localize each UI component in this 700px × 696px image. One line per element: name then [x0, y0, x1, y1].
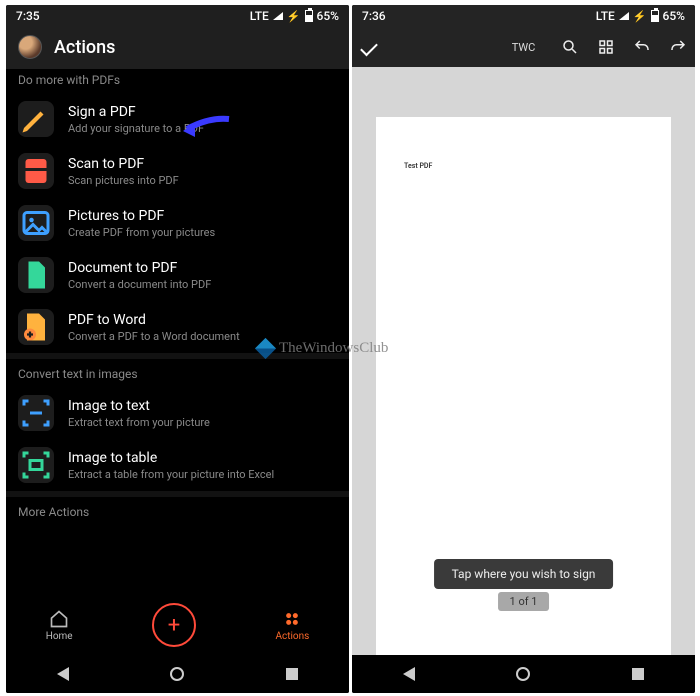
sign-toast: Tap where you wish to sign [434, 559, 614, 589]
annotation-arrow [181, 115, 231, 139]
action-sub: Extract a table from your picture into E… [68, 468, 274, 481]
watermark: TheWindowsClub [258, 340, 388, 357]
charge-icon: ⚡ [287, 10, 301, 23]
page-indicator: 1 of 1 [498, 592, 550, 611]
action-scan-pdf[interactable]: Scan to PDF Scan pictures into PDF [6, 145, 349, 197]
nav-actions[interactable]: Actions [275, 609, 309, 642]
watermark-text: TheWindowsClub [279, 340, 388, 357]
status-batt: 65% [663, 9, 685, 23]
action-image-table[interactable]: Image to table Extract a table from your… [6, 439, 349, 491]
android-nav [6, 655, 349, 693]
status-net: LTE [250, 9, 269, 23]
page-title: Actions [54, 37, 115, 58]
back-button[interactable] [57, 667, 69, 681]
status-batt: 65% [317, 9, 339, 23]
charge-icon: ⚡ [633, 10, 647, 23]
bottom-nav: Home + Actions [6, 595, 349, 655]
ocr-text-icon [18, 395, 54, 431]
search-icon[interactable] [561, 38, 579, 56]
status-time: 7:36 [362, 9, 386, 23]
action-sign-pdf[interactable]: Sign a PDF Add your signature to a PDF [6, 93, 349, 145]
document-icon [18, 257, 54, 293]
action-title: Image to text [68, 398, 210, 414]
signal-icon [273, 12, 283, 20]
image-icon [18, 205, 54, 241]
recents-button[interactable] [286, 668, 298, 680]
action-sub: Convert a document into PDF [68, 278, 211, 291]
battery-icon [651, 10, 659, 22]
nav-actions-label: Actions [275, 631, 309, 642]
home-button[interactable] [170, 667, 184, 681]
action-title: Pictures to PDF [68, 208, 215, 224]
pdf-viewer[interactable]: Test PDF Tap where you wish to sign 1 of… [352, 67, 695, 655]
status-bar: 7:35 LTE ⚡ 65% [6, 5, 349, 27]
recents-button[interactable] [632, 668, 644, 680]
action-sub: Scan pictures into PDF [68, 174, 179, 187]
home-button[interactable] [516, 667, 530, 681]
nav-home[interactable]: Home [46, 609, 73, 642]
pdf-page-text: Test PDF [404, 162, 432, 170]
grid-icon[interactable] [597, 38, 615, 56]
avatar[interactable] [18, 35, 42, 59]
fab-add[interactable]: + [152, 603, 196, 647]
app-header: Actions [6, 27, 349, 69]
action-title: PDF to Word [68, 312, 240, 328]
status-bar: 7:36 LTE ⚡ 65% [352, 5, 695, 27]
convert-icon [18, 309, 54, 345]
section-do-more: Do more with PDFs [6, 65, 349, 93]
back-button[interactable] [403, 667, 415, 681]
scan-icon [18, 153, 54, 189]
action-sub: Extract text from your picture [68, 416, 210, 429]
action-pictures-pdf[interactable]: Pictures to PDF Create PDF from your pic… [6, 197, 349, 249]
pen-icon [18, 101, 54, 137]
redo-icon[interactable] [669, 38, 687, 56]
battery-icon [305, 10, 313, 22]
ocr-table-icon [18, 447, 54, 483]
status-time: 7:35 [16, 9, 40, 23]
action-sub: Convert a PDF to a Word document [68, 330, 240, 343]
action-image-text[interactable]: Image to text Extract text from your pic… [6, 387, 349, 439]
phone-right: 7:36 LTE ⚡ 65% TWC Test PDF Tap where yo… [352, 5, 695, 693]
action-title: Scan to PDF [68, 156, 179, 172]
actions-list[interactable]: Do more with PDFs Sign a PDF Add your si… [6, 65, 349, 595]
watermark-logo-icon [255, 338, 276, 359]
editor-toolbar: TWC [352, 27, 695, 67]
action-title: Document to PDF [68, 260, 211, 276]
action-title: Image to table [68, 450, 274, 466]
signal-icon [619, 12, 629, 20]
undo-icon[interactable] [633, 38, 651, 56]
section-convert-text: Convert text in images [6, 359, 349, 387]
nav-home-label: Home [46, 631, 73, 642]
action-document-pdf[interactable]: Document to PDF Convert a document into … [6, 249, 349, 301]
action-sub: Create PDF from your pictures [68, 226, 215, 239]
android-nav [352, 655, 695, 693]
status-net: LTE [596, 9, 615, 23]
confirm-icon[interactable] [360, 38, 378, 56]
section-more-actions: More Actions [6, 497, 349, 525]
